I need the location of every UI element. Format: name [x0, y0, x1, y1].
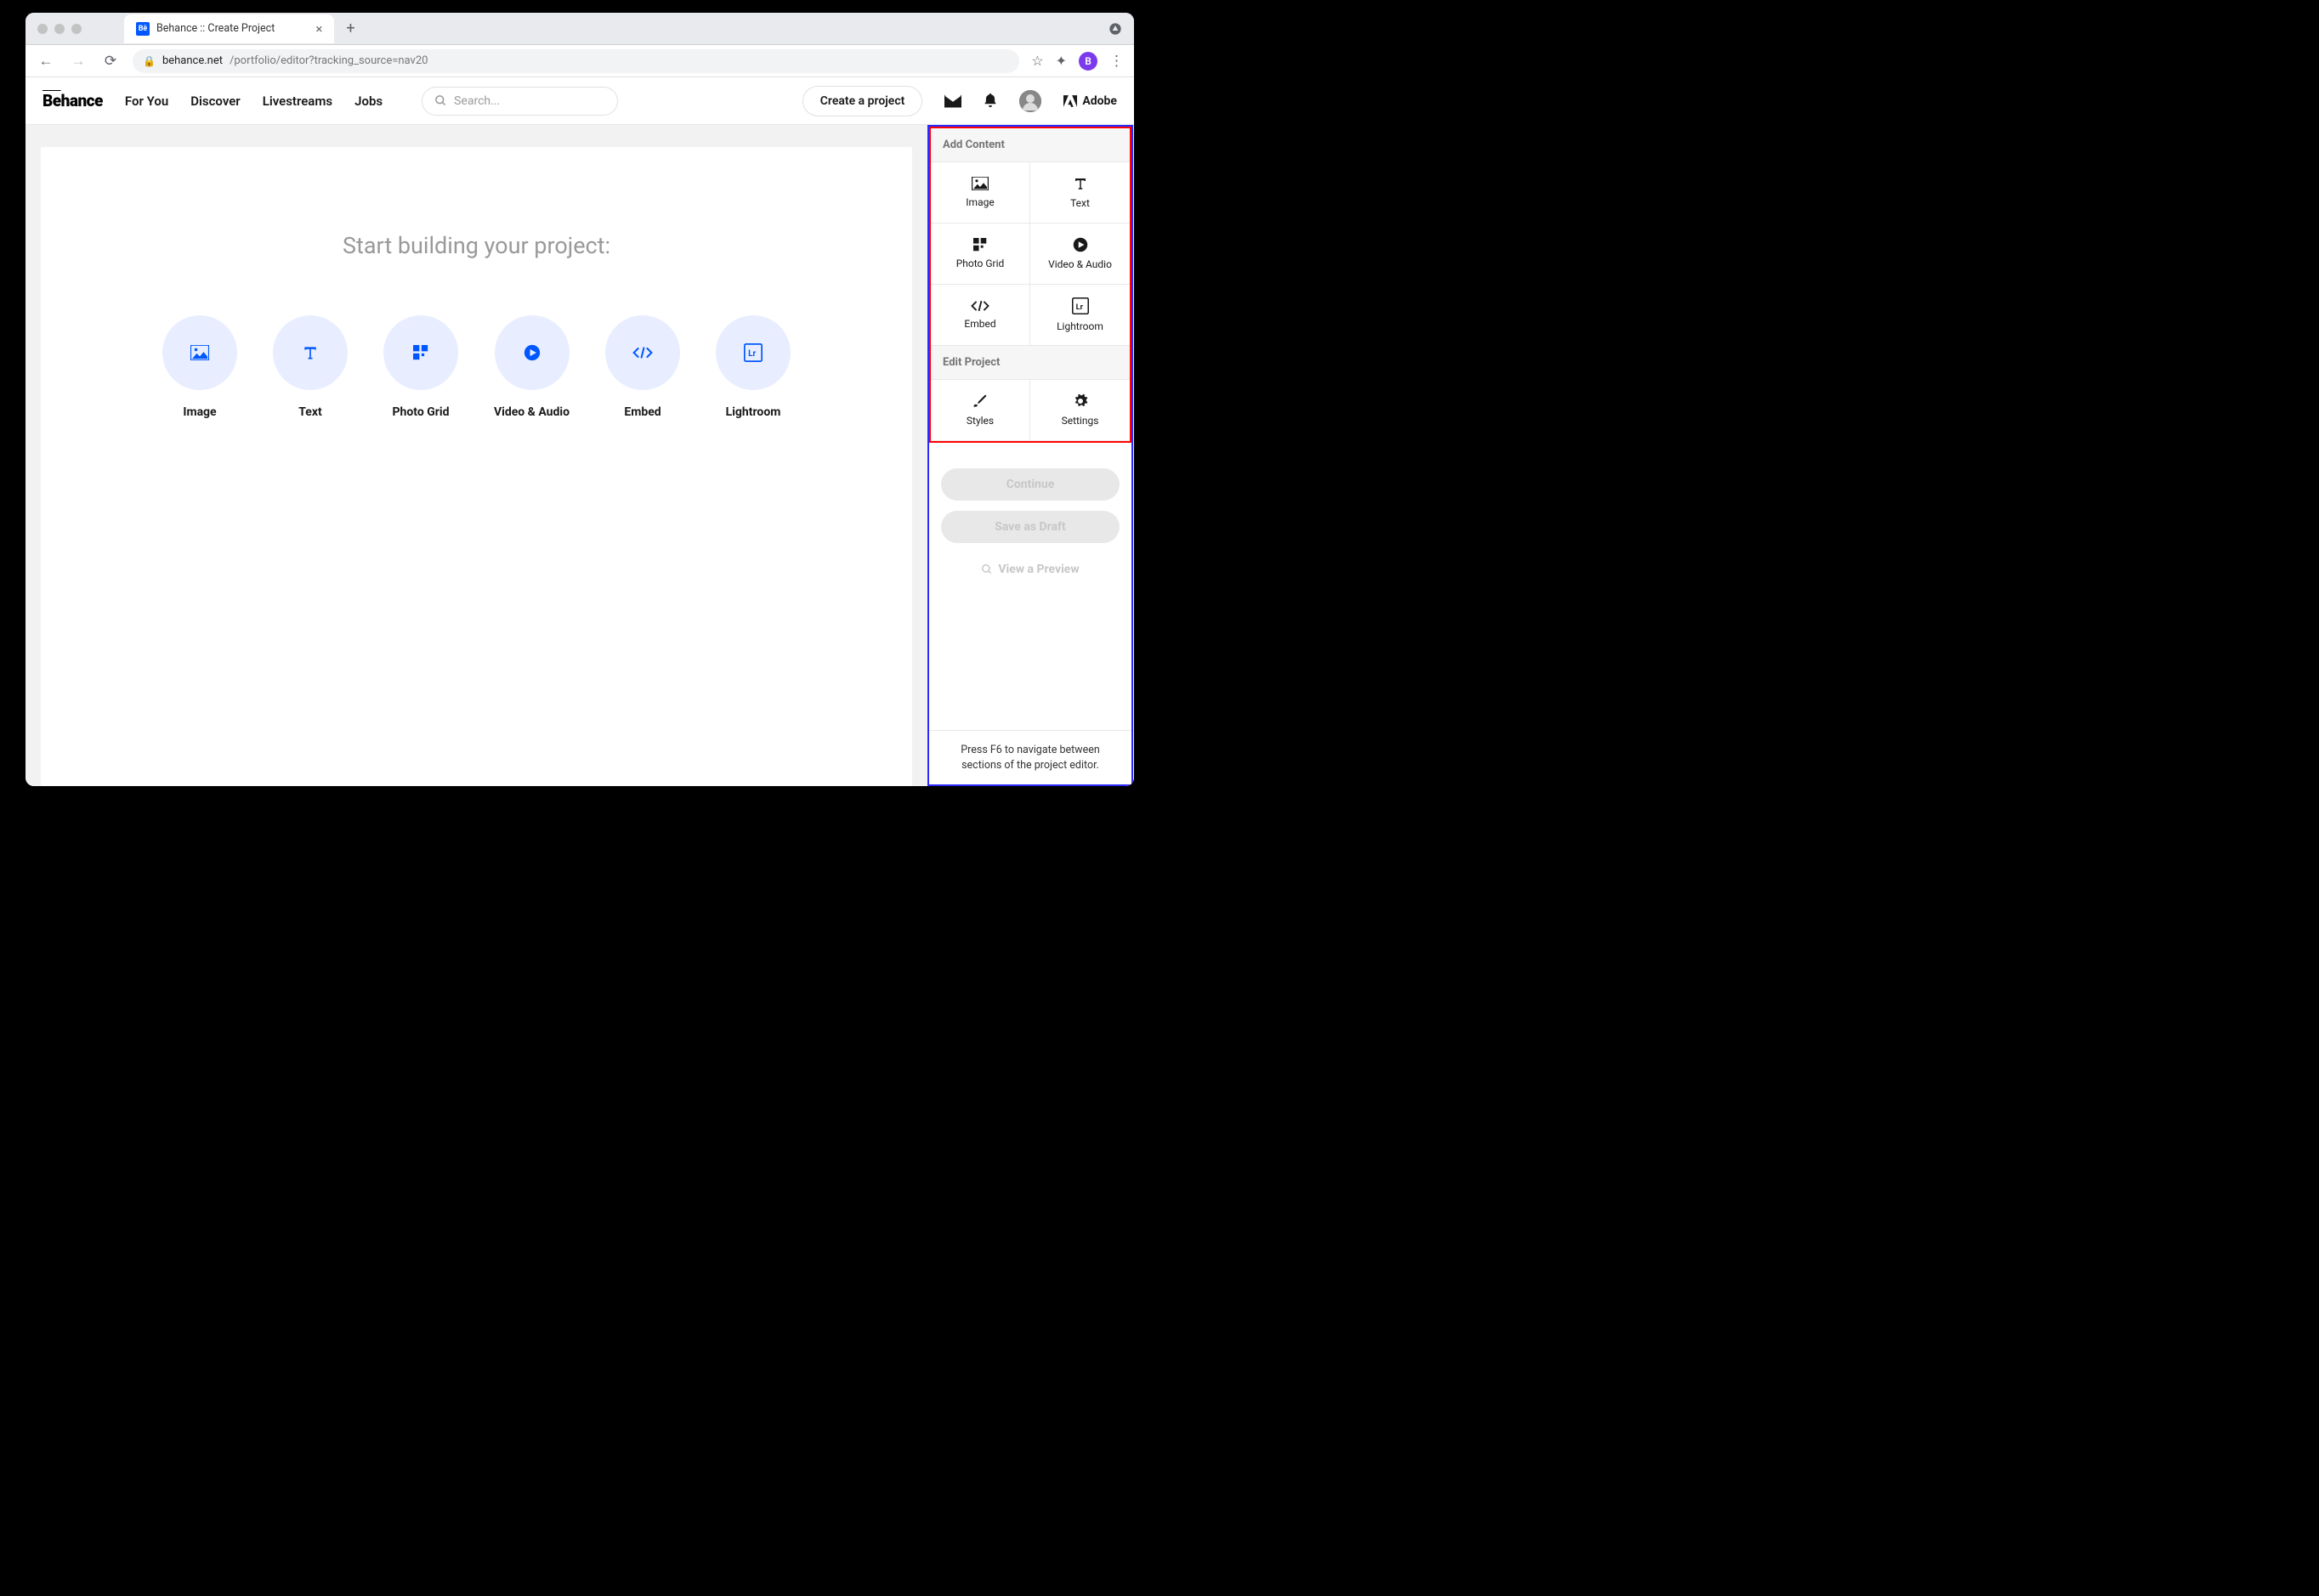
- add-image-button[interactable]: Image: [931, 162, 1030, 224]
- save-draft-button[interactable]: Save as Draft: [941, 511, 1120, 543]
- avatar[interactable]: [1019, 90, 1041, 112]
- url-path: /portfolio/editor?tracking_source=nav20: [230, 54, 428, 67]
- add-embed-button[interactable]: Embed: [931, 285, 1030, 346]
- edit-styles-button[interactable]: Styles: [931, 380, 1030, 441]
- shield-icon[interactable]: [1108, 22, 1122, 36]
- mail-icon[interactable]: [944, 94, 961, 108]
- adobe-icon: [1063, 95, 1077, 107]
- canvas: Start building your project: Image Text …: [41, 147, 912, 786]
- grid-icon: [413, 345, 428, 360]
- maximize-window-icon[interactable]: [71, 24, 82, 34]
- code-icon: [632, 346, 653, 359]
- bell-icon[interactable]: [984, 93, 997, 109]
- type-option-image[interactable]: Image: [162, 315, 237, 419]
- search-input[interactable]: [454, 94, 605, 108]
- bookmark-icon[interactable]: ☆: [1031, 53, 1043, 69]
- address-bar: ← → ⟳ 🔒 behance.net/portfolio/editor?tra…: [26, 45, 1134, 77]
- behance-logo[interactable]: Behance: [43, 91, 103, 110]
- reload-button[interactable]: ⟳: [100, 53, 121, 70]
- add-item-label: Lightroom: [1057, 320, 1103, 332]
- type-grid: Image Text Photo Grid Video & Audio: [41, 315, 912, 419]
- sidebar: Add Content Image Text Photo Grid: [927, 125, 1133, 786]
- canvas-prompt: Start building your project:: [41, 232, 912, 259]
- minimize-window-icon[interactable]: [54, 24, 65, 34]
- svg-text:Lr: Lr: [1075, 303, 1083, 312]
- close-tab-icon[interactable]: ×: [315, 21, 322, 37]
- add-content-header: Add Content: [931, 128, 1130, 162]
- type-label: Text: [298, 405, 321, 419]
- nav-livestreams[interactable]: Livestreams: [263, 93, 332, 109]
- continue-button[interactable]: Continue: [941, 468, 1120, 501]
- type-option-photogrid[interactable]: Photo Grid: [383, 315, 458, 419]
- add-item-label: Embed: [964, 318, 995, 330]
- tab-title: Behance :: Create Project: [156, 22, 275, 35]
- add-photogrid-button[interactable]: Photo Grid: [931, 224, 1030, 285]
- type-label: Photo Grid: [393, 405, 450, 419]
- type-option-lightroom[interactable]: Lr Lightroom: [716, 315, 791, 419]
- url-domain: behance.net: [162, 54, 223, 67]
- traffic-lights: [37, 24, 82, 34]
- forward-button: →: [68, 53, 88, 70]
- add-item-label: Photo Grid: [956, 258, 1005, 269]
- back-button[interactable]: ←: [36, 53, 56, 70]
- code-icon: [971, 300, 989, 312]
- text-icon: [1073, 176, 1088, 191]
- search-icon: [981, 563, 993, 575]
- url-field[interactable]: 🔒 behance.net/portfolio/editor?tracking_…: [133, 49, 1019, 73]
- type-option-text[interactable]: Text: [273, 315, 348, 419]
- edit-project-header: Edit Project: [931, 346, 1130, 380]
- keyboard-hint: Press F6 to navigate between sections of…: [929, 730, 1131, 784]
- type-label: Video & Audio: [494, 405, 570, 419]
- text-icon: [302, 344, 319, 361]
- sidebar-actions: Continue Save as Draft View a Preview: [929, 443, 1131, 597]
- add-item-label: Video & Audio: [1048, 258, 1112, 270]
- type-option-embed[interactable]: Embed: [605, 315, 680, 419]
- search-icon: [434, 94, 447, 107]
- lock-icon: 🔒: [143, 55, 156, 67]
- profile-icon[interactable]: B: [1079, 52, 1097, 71]
- type-label: Embed: [624, 405, 661, 419]
- view-preview-button[interactable]: View a Preview: [941, 553, 1120, 586]
- image-icon: [190, 345, 209, 360]
- brush-icon: [972, 393, 988, 409]
- chrome-menu-icon[interactable]: ⋮: [1109, 53, 1124, 70]
- new-tab-button[interactable]: +: [346, 20, 354, 37]
- canvas-area: Start building your project: Image Text …: [26, 125, 927, 786]
- app-body: Start building your project: Image Text …: [26, 125, 1134, 786]
- edit-settings-button[interactable]: Settings: [1030, 380, 1130, 441]
- edit-item-label: Styles: [967, 415, 994, 427]
- type-label: Image: [183, 405, 216, 419]
- browser-window: Bē Behance :: Create Project × + ← → ⟳ 🔒…: [26, 13, 1134, 786]
- image-icon: [972, 177, 989, 190]
- extensions-icon[interactable]: ✦: [1056, 53, 1067, 69]
- create-project-button[interactable]: Create a project: [802, 86, 923, 116]
- add-item-label: Image: [966, 196, 994, 208]
- lightroom-icon: Lr: [744, 343, 763, 362]
- preview-label: View a Preview: [998, 563, 1079, 576]
- add-lightroom-button[interactable]: Lr Lightroom: [1030, 285, 1130, 346]
- adobe-label: Adobe: [1082, 94, 1117, 108]
- add-item-label: Text: [1070, 197, 1090, 209]
- close-window-icon[interactable]: [37, 24, 48, 34]
- edit-item-label: Settings: [1062, 415, 1099, 427]
- app-header: Behance For You Discover Livestreams Job…: [26, 77, 1134, 125]
- add-text-button[interactable]: Text: [1030, 162, 1130, 224]
- type-label: Lightroom: [726, 405, 781, 419]
- favicon-icon: Bē: [136, 22, 150, 36]
- play-icon: [1073, 237, 1088, 252]
- nav-for-you[interactable]: For You: [125, 93, 168, 109]
- browser-tab[interactable]: Bē Behance :: Create Project ×: [124, 14, 334, 43]
- grid-icon: [973, 238, 987, 252]
- window-chrome: Bē Behance :: Create Project × +: [26, 13, 1134, 45]
- type-option-video[interactable]: Video & Audio: [494, 315, 570, 419]
- svg-text:Lr: Lr: [748, 349, 756, 359]
- search-box[interactable]: [422, 87, 618, 116]
- play-icon: [524, 344, 541, 361]
- add-video-button[interactable]: Video & Audio: [1030, 224, 1130, 285]
- nav-discover[interactable]: Discover: [190, 93, 240, 109]
- gear-icon: [1073, 393, 1088, 409]
- lightroom-icon: Lr: [1072, 297, 1089, 314]
- nav-jobs[interactable]: Jobs: [354, 93, 383, 109]
- adobe-link[interactable]: Adobe: [1063, 94, 1117, 108]
